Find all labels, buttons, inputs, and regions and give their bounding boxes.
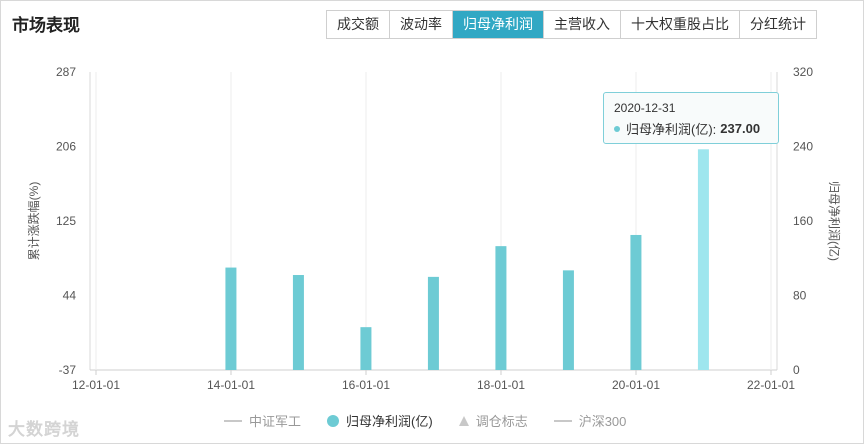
x-tick-label: 20-01-01 xyxy=(612,378,660,392)
triangle-icon xyxy=(458,415,469,426)
bar-net-profit xyxy=(697,149,709,370)
legend-label: 调仓标志 xyxy=(475,414,528,429)
x-tick-label: 18-01-01 xyxy=(477,378,525,392)
bar-net-profit xyxy=(427,276,439,370)
legend-label: 中证军工 xyxy=(249,414,302,429)
bar-net-profit xyxy=(225,267,237,370)
y-right-tick-label: 320 xyxy=(793,65,813,79)
tooltip-series-label: 归母净利润(亿): xyxy=(626,122,717,137)
y-axis-right-label: 归母净利润(亿) xyxy=(827,181,842,261)
bar-net-profit xyxy=(360,327,372,370)
y-right-tick-label: 80 xyxy=(793,289,807,303)
bar-net-profit xyxy=(495,246,507,370)
legend-label: 归母净利润(亿) xyxy=(346,414,433,429)
y-left-tick-label: 206 xyxy=(56,140,76,154)
y-right-tick-label: 0 xyxy=(793,363,800,377)
x-tick-label: 16-01-01 xyxy=(342,378,390,392)
y-left-tick-label: -37 xyxy=(59,363,77,377)
bar-net-profit xyxy=(630,234,642,370)
y-left-tick-label: 287 xyxy=(56,65,76,79)
dot-icon xyxy=(327,414,340,427)
y-axis-left-label: 累计涨跌幅(%) xyxy=(26,182,41,261)
tooltip-series-dot xyxy=(614,125,620,132)
chart-legend: 中证军工 归母净利润(亿) 调仓标志 沪深300 xyxy=(224,411,652,430)
tooltip-date: 2020-12-31 xyxy=(614,101,676,115)
data-tooltip: 2020-12-31 归母净利润(亿): 237.00 xyxy=(603,92,779,144)
x-tick-label: 12-01-01 xyxy=(72,378,120,392)
x-tick-label: 22-01-01 xyxy=(747,378,795,392)
legend-item-net-profit[interactable]: 归母净利润(亿) xyxy=(327,411,433,430)
bar-net-profit xyxy=(562,270,574,370)
tooltip-value: 237.00 xyxy=(720,121,761,136)
y-right-tick-label: 240 xyxy=(793,140,813,154)
net-profit-chart: 12-01-01 14-01-01 16-01-01 18-01-01 20-01-01… xyxy=(26,65,842,392)
line-icon xyxy=(553,419,572,422)
bar-net-profit xyxy=(292,275,304,370)
line-icon xyxy=(224,419,242,422)
watermark-logo: 大数跨境 xyxy=(8,420,80,439)
legend-item-csi-defense[interactable]: 中证军工 xyxy=(224,411,301,430)
legend-item-csi300[interactable]: 沪深300 xyxy=(553,411,627,430)
legend-label: 沪深300 xyxy=(578,414,627,429)
y-left-tick-label: 125 xyxy=(56,214,76,228)
y-left-tick-label: 44 xyxy=(63,289,77,303)
y-right-tick-label: 160 xyxy=(793,214,813,228)
legend-item-rebalance[interactable]: 调仓标志 xyxy=(458,411,528,430)
x-tick-label: 14-01-01 xyxy=(207,378,255,392)
